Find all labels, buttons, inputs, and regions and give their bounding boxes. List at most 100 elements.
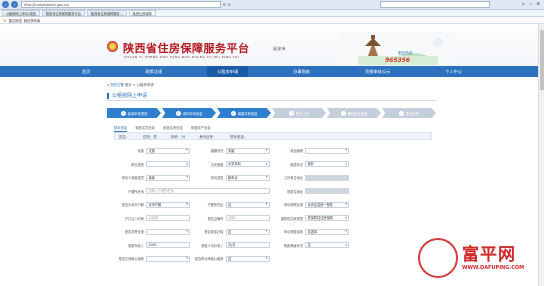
field-label: 申请房屋区域 (283, 203, 303, 208)
form-field: 工作单位地址 (273, 174, 353, 181)
form-field (273, 256, 353, 262)
breadcrumb-home[interactable]: 您的位置 (110, 83, 124, 87)
application-form: 民族汉族婚姻状况未婚政治面貌职业类别文化程度大学本科健康状况良好申请人家庭成员单… (114, 144, 432, 266)
field-label: 户口迁入时间 (124, 216, 144, 221)
nav-item[interactable]: 办事指南 (283, 66, 320, 77)
age-label: 年龄： (170, 134, 181, 139)
browser-tab-active[interactable]: 陕西住房保障 (128, 10, 156, 16)
text-input[interactable]: 请选择 (146, 215, 190, 222)
step-label: 填报共有信息 (237, 111, 258, 116)
text-input[interactable]: 元/月 (225, 242, 270, 249)
refresh-icon[interactable]: ↻ ✕ (223, 2, 231, 7)
pending-icon: • (288, 110, 294, 116)
select-field[interactable]: 大学本科 (225, 161, 270, 168)
select-field[interactable] (146, 228, 190, 235)
form-subtab[interactable]: 家庭财产信息 (191, 125, 211, 132)
browser-tab[interactable]: 陕西省住房保障服务平台 (41, 10, 85, 16)
select-field[interactable]: 汉族 (146, 147, 190, 154)
favorites-icon[interactable]: ☆ (529, 1, 533, 6)
form-subtab[interactable]: 家庭成员信息 (135, 125, 155, 132)
form-field: 是否申请承租公租房否 (194, 255, 274, 262)
age-value: 28 (180, 134, 186, 139)
select-field[interactable]: 本市户籍 (146, 201, 190, 208)
text-input[interactable] (305, 174, 349, 181)
site-title: 陕西省住房保障服务平台 (123, 42, 250, 55)
home-icon[interactable]: ⌂ (522, 1, 525, 6)
site-header: 陕西省住房保障服务平台 SHAAN XI SHENG ZHU FANG BAO … (0, 24, 544, 66)
text-input[interactable] (305, 188, 349, 195)
gender-value: 男 (153, 134, 157, 139)
back-button-icon[interactable]: ‹ (2, 1, 9, 8)
field-label: 是否享受优惠 (124, 230, 144, 235)
step-label: 填写申请信息 (182, 111, 203, 116)
nav-item[interactable]: 公租房申请 (207, 66, 249, 77)
select-field[interactable]: 否 (225, 255, 270, 262)
step-item: • 确认提交信息 (327, 108, 381, 118)
favorite-link[interactable]: 建议网站 (9, 18, 22, 23)
browser-tab[interactable]: 公租房网上申请-陕西 (2, 10, 40, 16)
text-input[interactable]: 请输入户籍所在地 (146, 188, 270, 195)
select-field[interactable]: 请选择 (305, 228, 349, 235)
form-subtabs: 基本信息 家庭成员信息 家庭住房信息 家庭财产信息 (114, 125, 211, 132)
select-field[interactable]: 低保障性住房保障 (305, 215, 349, 222)
field-label: 健康状况 (290, 162, 303, 167)
forward-button-icon[interactable]: › (11, 1, 18, 8)
field-label: 政治面貌 (290, 149, 303, 154)
favorite-link[interactable]: 网页快讯库 (24, 18, 40, 23)
url-input[interactable]: http://hudcshaanxi.gov.cn/ (21, 1, 221, 8)
field-label: 工作单位地址 (283, 176, 303, 181)
nav-item[interactable]: 资格审核公示 (355, 66, 400, 77)
select-field[interactable]: 否 (305, 242, 349, 249)
text-input[interactable]: 请输入 (225, 215, 270, 222)
step-label: 附件上传 (295, 111, 310, 116)
settings-gear-icon[interactable]: ⚙ (536, 1, 540, 6)
text-input[interactable]: 2000 (146, 242, 190, 249)
field-label: 是否参加社保 (204, 230, 224, 235)
form-field: 申请类型 新申请 (194, 174, 274, 181)
select-field[interactable] (146, 255, 190, 262)
select-field[interactable] (146, 161, 190, 168)
page-scrollbar[interactable] (538, 24, 544, 286)
browser-search-input[interactable] (380, 1, 490, 8)
select-field[interactable] (305, 147, 349, 154)
gender-label: 性别： (143, 134, 154, 139)
form-field: 家庭人均月收入 元/月 (194, 242, 274, 249)
form-row: 是否已领取公租房 是否申请承租公租房否 (114, 252, 432, 266)
form-subtab[interactable]: 家庭住房信息 (163, 125, 183, 132)
select-field[interactable]: 良好 (305, 161, 349, 168)
summary-name: 姓名： (119, 134, 129, 139)
star-icon: ★ (3, 17, 7, 23)
panel-title-text: 公租房网上申请 (112, 93, 148, 99)
progress-steps: ✓ 阅读申请须知 ✓ 填写申请信息 ✓ 填报共有信息 • 附件上传 • 确认提交信息 • 申请完成 (107, 108, 437, 120)
select-field[interactable]: 单身 (146, 174, 190, 181)
form-field: 户口迁入时间 请选择 (114, 215, 194, 222)
nav-item[interactable]: 首页 (72, 66, 100, 77)
select-field[interactable]: 全省区县统一配售 (305, 201, 349, 208)
form-field: 家庭年收入 2000 (114, 242, 194, 249)
step-label: 申请完成 (405, 111, 420, 116)
field-label: 是否已领取公租房 (118, 257, 145, 262)
nav-item[interactable]: 政策法规 (135, 66, 172, 77)
form-field: 申请家庭结构 请选择 (273, 228, 353, 235)
field-label: 职业类别 (131, 162, 144, 167)
form-subtab[interactable]: 基本信息 (114, 125, 128, 132)
hotline-number: 965356 (385, 57, 411, 64)
breadcrumb-path[interactable]: 首页 > 公租房申请 (125, 83, 154, 87)
select-field[interactable]: 否 (225, 201, 270, 208)
select-field[interactable]: 未婚 (225, 147, 270, 154)
field-label: 文化程度 (210, 162, 224, 167)
nav-item[interactable]: 个人中心 (435, 66, 472, 77)
scrollbar-thumb[interactable] (540, 30, 544, 90)
browser-tab[interactable]: 陕西省住房保障服务... (86, 10, 127, 16)
form-field: 户籍所在地 请输入户籍所在地 (114, 188, 273, 195)
select-field[interactable]: 新申请 (225, 174, 270, 181)
breadcrumb: ⌂ 您的位置 首页 > 公租房申请 (107, 82, 154, 87)
step-item: ✓ 填写申请信息 (162, 108, 216, 118)
field-label: 现居住地址 (287, 189, 303, 194)
pending-icon: • (398, 110, 404, 116)
title-accent-bar (107, 93, 109, 99)
favorites-bar: ★ 建议网站 网页快讯库 (0, 17, 544, 24)
step-label: 阅读申请须知 (127, 111, 148, 116)
select-field[interactable]: 否 (225, 228, 270, 235)
field-label: 申请类型 (210, 176, 224, 181)
